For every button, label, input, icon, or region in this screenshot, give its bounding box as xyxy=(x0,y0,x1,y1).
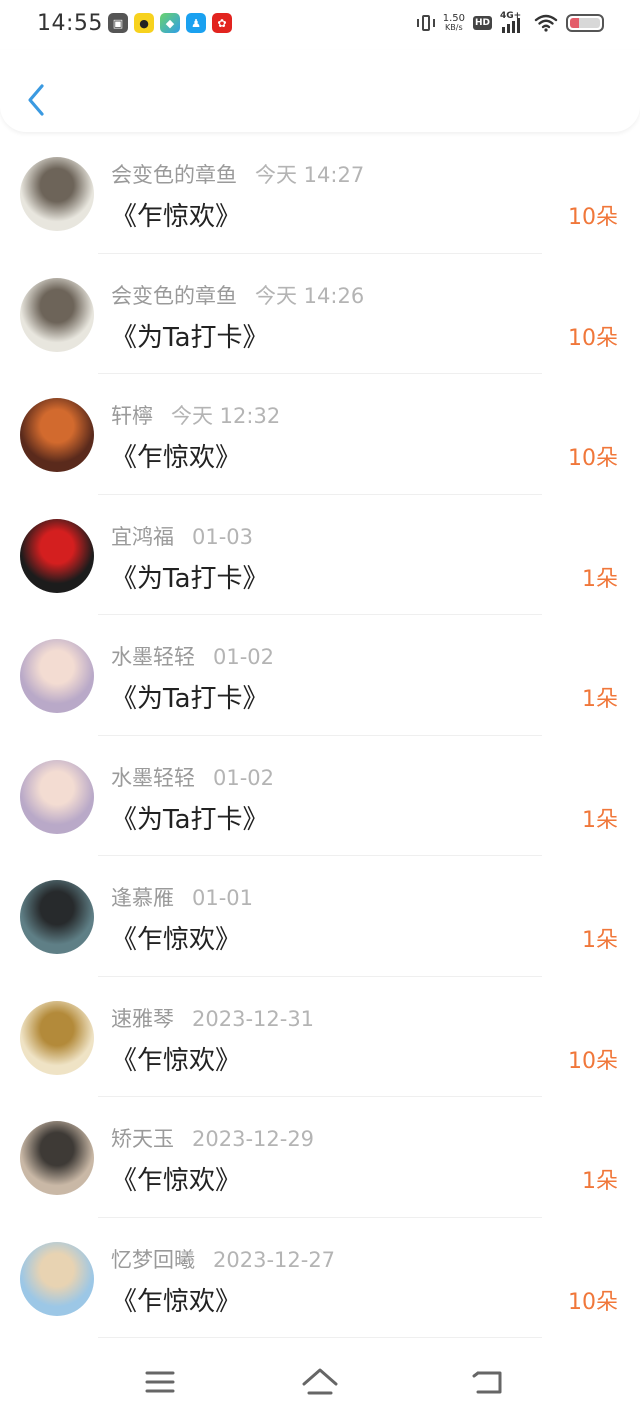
gift-title: 《为Ta打卡》 xyxy=(111,322,269,353)
gift-count: 10朵 xyxy=(568,325,618,351)
hd-badge: HD xyxy=(472,16,492,30)
gift-title: 《为Ta打卡》 xyxy=(111,563,269,594)
qq-app-icon: ♟ xyxy=(186,13,206,33)
sender-avatar[interactable] xyxy=(20,759,94,834)
sent-time: 01-02 xyxy=(213,645,275,669)
status-indicators: 1.50 KB/s HD 4G+ xyxy=(416,11,604,33)
gift-count: 1朵 xyxy=(582,566,618,592)
notification-icons: ▣ ● ◆ ♟ ✿ xyxy=(108,13,232,33)
system-nav-bar xyxy=(0,1342,640,1422)
gift-title: 《乍惊欢》 xyxy=(111,1166,242,1196)
sender-name-line: 轩檸 今天 12:32 xyxy=(111,400,280,430)
gift-record-row[interactable]: 矫天玉 2023-12-29 《乍惊欢》 1朵 xyxy=(0,1097,640,1218)
status-time: 14:55 xyxy=(37,11,103,36)
sender-avatar[interactable] xyxy=(20,1000,94,1075)
shop-app-icon: ✿ xyxy=(212,13,232,33)
sender-name-line: 速雅琴 2023-12-31 xyxy=(111,1003,314,1033)
gift-record-row[interactable]: 会变色的章鱼 今天 14:27 《乍惊欢》 10朵 xyxy=(0,133,640,254)
sent-time: 01-03 xyxy=(192,524,254,549)
gift-count: 1朵 xyxy=(582,928,618,953)
sender-avatar[interactable] xyxy=(20,880,94,954)
sender-avatar[interactable] xyxy=(20,518,94,593)
sent-time: 今天 12:32 xyxy=(171,404,281,428)
sender-avatar[interactable] xyxy=(20,157,94,231)
sender-name-line: 矫天玉 2023-12-29 xyxy=(111,1123,314,1153)
sender-name: 会变色的章鱼 xyxy=(111,283,237,308)
gift-record-list: 会变色的章鱼 今天 14:27 《乍惊欢》 10朵 会变色的章鱼 今天 14:26 … xyxy=(0,133,640,1338)
sender-name: 逢慕雁 xyxy=(111,886,174,910)
sender-name: 水墨轻轻 xyxy=(111,645,195,669)
sender-avatar[interactable] xyxy=(20,398,94,472)
gift-count: 1朵 xyxy=(582,1169,618,1194)
network-speed-unit: KB/s xyxy=(445,23,463,32)
page-header xyxy=(0,50,640,132)
sender-name-line: 水墨轻轻 01-02 xyxy=(111,762,274,792)
sender-avatar[interactable] xyxy=(20,1121,94,1195)
sent-time: 01-01 xyxy=(192,886,254,910)
sender-name-line: 会变色的章鱼 今天 14:27 xyxy=(111,159,364,189)
sent-time: 2023-12-27 xyxy=(213,1247,336,1272)
gift-count: 10朵 xyxy=(568,1048,618,1074)
game-app-icon: ◆ xyxy=(160,13,180,33)
gift-record-row[interactable]: 会变色的章鱼 今天 14:26 《为Ta打卡》 10朵 xyxy=(0,254,640,374)
network-speed: 1.50 KB/s xyxy=(442,13,465,33)
gift-title: 《乍惊欢》 xyxy=(111,1045,242,1076)
gift-record-row[interactable]: 水墨轻轻 01-02 《为Ta打卡》 1朵 xyxy=(0,615,640,736)
sender-name-line: 宜鸿福 01-03 xyxy=(111,521,253,551)
tiktok-app-icon: ▣ xyxy=(108,13,128,33)
gift-count: 10朵 xyxy=(568,1289,618,1315)
sender-name: 矫天玉 xyxy=(111,1127,174,1151)
sent-time: 今天 14:26 xyxy=(255,283,365,308)
sender-name-line: 逢慕雁 01-01 xyxy=(111,882,253,912)
sender-name: 忆梦回曦 xyxy=(111,1247,195,1272)
sender-name-line: 水墨轻轻 01-02 xyxy=(111,641,274,671)
gift-count: 10朵 xyxy=(568,446,618,471)
sender-name-line: 忆梦回曦 2023-12-27 xyxy=(111,1244,335,1274)
sender-name: 水墨轻轻 xyxy=(111,765,195,790)
gift-title: 《乍惊欢》 xyxy=(111,1286,242,1317)
gift-title: 《为Ta打卡》 xyxy=(111,684,269,714)
gift-record-row[interactable]: 速雅琴 2023-12-31 《乍惊欢》 10朵 xyxy=(0,977,640,1097)
gift-record-row[interactable]: 忆梦回曦 2023-12-27 《乍惊欢》 10朵 xyxy=(0,1218,640,1338)
battery-icon xyxy=(566,14,604,32)
gift-record-row[interactable]: 逢慕雁 01-01 《乍惊欢》 1朵 xyxy=(0,856,640,977)
gift-count: 1朵 xyxy=(582,687,618,712)
gift-title: 《乍惊欢》 xyxy=(111,443,242,473)
gift-title: 《乍惊欢》 xyxy=(111,202,242,232)
sender-name: 轩檸 xyxy=(111,404,153,428)
sent-time: 01-02 xyxy=(213,765,275,790)
wifi-icon xyxy=(534,14,558,32)
gift-count: 1朵 xyxy=(582,807,618,833)
sender-name: 宜鸿福 xyxy=(111,524,174,549)
network-speed-value: 1.50 xyxy=(442,13,465,24)
status-bar: 14:55 ▣ ● ◆ ♟ ✿ 1.50 KB/s HD 4G+ xyxy=(0,0,640,50)
sender-name: 速雅琴 xyxy=(111,1006,174,1031)
bee-app-icon: ● xyxy=(134,13,154,33)
sent-time: 2023-12-29 xyxy=(192,1127,315,1151)
row-divider xyxy=(98,1337,542,1338)
gift-record-row[interactable]: 宜鸿福 01-03 《为Ta打卡》 1朵 xyxy=(0,495,640,615)
vibrate-icon xyxy=(416,14,435,32)
gift-count: 10朵 xyxy=(568,205,618,230)
sender-avatar[interactable] xyxy=(20,1241,94,1316)
sender-avatar[interactable] xyxy=(20,277,94,352)
sender-name-line: 会变色的章鱼 今天 14:26 xyxy=(111,280,364,310)
sender-name: 会变色的章鱼 xyxy=(111,163,237,187)
back-button[interactable] xyxy=(22,80,52,120)
gift-record-row[interactable]: 水墨轻轻 01-02 《为Ta打卡》 1朵 xyxy=(0,736,640,856)
cell-signal-icon: 4G+ xyxy=(500,11,526,33)
home-icon[interactable] xyxy=(300,1364,340,1400)
menu-icon[interactable] xyxy=(141,1364,181,1400)
gift-title: 《乍惊欢》 xyxy=(111,925,242,955)
gift-title: 《为Ta打卡》 xyxy=(111,804,269,835)
back-icon[interactable] xyxy=(468,1364,508,1400)
gift-record-row[interactable]: 轩檸 今天 12:32 《乍惊欢》 10朵 xyxy=(0,374,640,495)
sent-time: 今天 14:27 xyxy=(255,163,365,187)
sender-avatar[interactable] xyxy=(20,639,94,713)
sent-time: 2023-12-31 xyxy=(192,1006,315,1031)
